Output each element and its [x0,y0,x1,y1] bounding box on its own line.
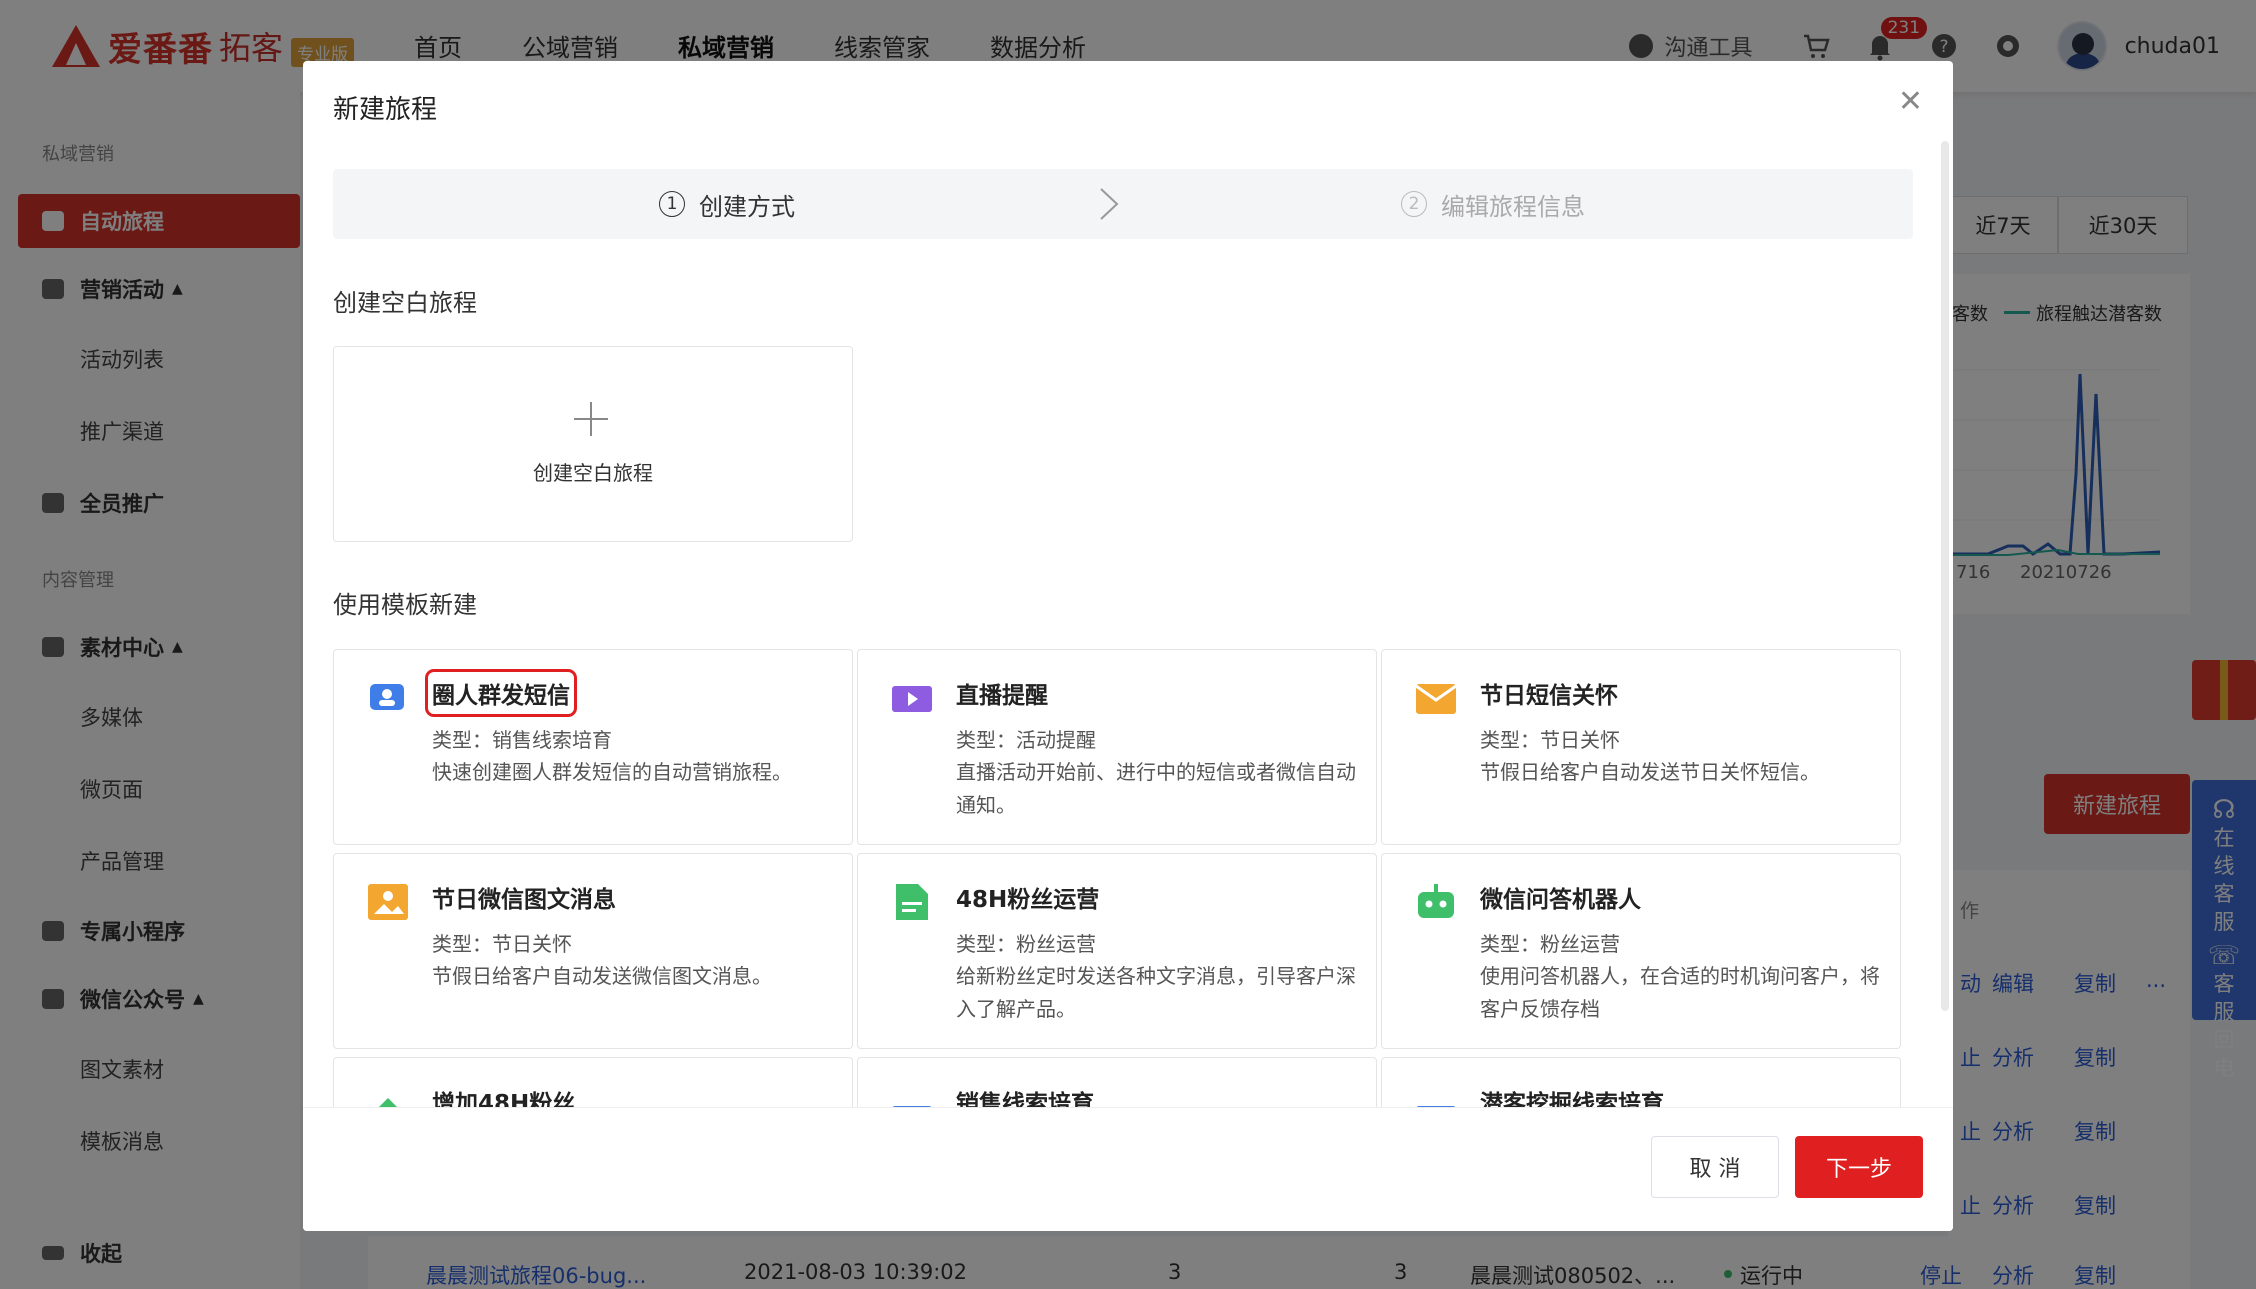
video-icon [890,678,932,716]
plus-icon [574,402,608,436]
create-blank-journey-card[interactable]: 创建空白旅程 [333,346,853,542]
template-type: 类型：节日关怀 [1480,728,1620,752]
template-description: 直播活动开始前、进行中的短信或者微信自动通知。 [956,760,1356,817]
template-type: 类型：节日关怀 [432,932,572,956]
image-icon [366,882,408,920]
mining-icon [1414,1086,1456,1107]
template-grid: 圈人群发短信 类型：销售线索培育 快速创建圈人群发短信的自动营销旅程。 直播提醒 类型：… [333,649,1923,1107]
new-journey-dialog: 新建旅程 ✕ 1 创建方式 2 编辑旅程信息 创建空白旅程 创建空白旅程 使用模… [303,61,1953,1231]
template-title: 销售线索培育 [956,1091,1094,1107]
template-type: 类型：活动提醒 [956,728,1096,752]
next-button[interactable]: 下一步 [1795,1136,1923,1198]
template-description: 给新粉丝定时发送各种文字消息，引导客户深入了解产品。 [956,964,1356,1021]
template-card[interactable]: 48H粉丝运营 类型：粉丝运营给新粉丝定时发送各种文字消息，引导客户深入了解产品。 [857,853,1377,1049]
template-title: 增加48H粉丝 [432,1091,576,1107]
fans-icon [366,1086,408,1107]
dialog-title: 新建旅程 [333,95,438,125]
chevron-right-icon [1100,188,1119,220]
template-card[interactable]: 销售线索培育 [857,1057,1377,1107]
step-create-method: 1 创建方式 [659,169,795,239]
template-card[interactable]: 增加48H粉丝 [333,1057,853,1107]
template-title: 潜客挖掘线索培育 [1480,1091,1664,1107]
template-title: 48H粉丝运营 [956,887,1100,913]
robot-icon [1414,882,1456,920]
template-card[interactable]: 微信问答机器人 类型：粉丝运营使用问答机器人，在合适的时机询问客户，将客户反馈存档 [1381,853,1901,1049]
step-edit-info: 2 编辑旅程信息 [1401,169,1585,239]
template-type: 类型：粉丝运营 [956,932,1096,956]
template-card[interactable]: 节日短信关怀 类型：节日关怀节假日给客户自动发送节日关怀短信。 [1381,649,1901,845]
template-type: 类型：销售线索培育 [432,728,612,752]
template-description: 使用问答机器人，在合适的时机询问客户，将客户反馈存档 [1480,964,1880,1021]
template-title: 节日短信关怀 [1480,683,1618,709]
group-sms-icon [366,678,408,716]
modal-scrollbar[interactable] [1941,141,1949,1011]
template-card[interactable]: 直播提醒类型：活动提醒直播活动开始前、进行中的短信或者微信自动通知。 [857,649,1377,845]
template-card[interactable]: 圈人群发短信类型：销售线索培育快速创建圈人群发短信的自动营销旅程。 [333,649,853,845]
document-icon [890,882,932,920]
template-section-title: 使用模板新建 [333,591,477,619]
template-type: 类型：粉丝运营 [1480,932,1620,956]
template-description: 节假日给客户自动发送节日关怀短信。 [1480,760,1820,784]
template-card[interactable]: 节日微信图文消息 类型：节日关怀节假日给客户自动发送微信图文消息。 [333,853,853,1049]
close-icon[interactable]: ✕ [1898,87,1923,117]
mail-icon [1414,678,1457,716]
blank-section-title: 创建空白旅程 [333,289,477,317]
leads-icon [890,1086,932,1107]
step-indicator: 1 创建方式 2 编辑旅程信息 [333,169,1913,239]
template-title: 圈人群发短信 [425,669,577,717]
dialog-footer: 取 消 下一步 [303,1107,1953,1231]
template-title: 微信问答机器人 [1480,887,1641,913]
template-title: 节日微信图文消息 [432,887,616,913]
cancel-button[interactable]: 取 消 [1651,1136,1779,1198]
template-card[interactable]: 潜客挖掘线索培育 [1381,1057,1901,1107]
template-title: 直播提醒 [956,683,1048,709]
template-description: 快速创建圈人群发短信的自动营销旅程。 [432,760,792,784]
template-description: 节假日给客户自动发送微信图文消息。 [432,964,772,988]
